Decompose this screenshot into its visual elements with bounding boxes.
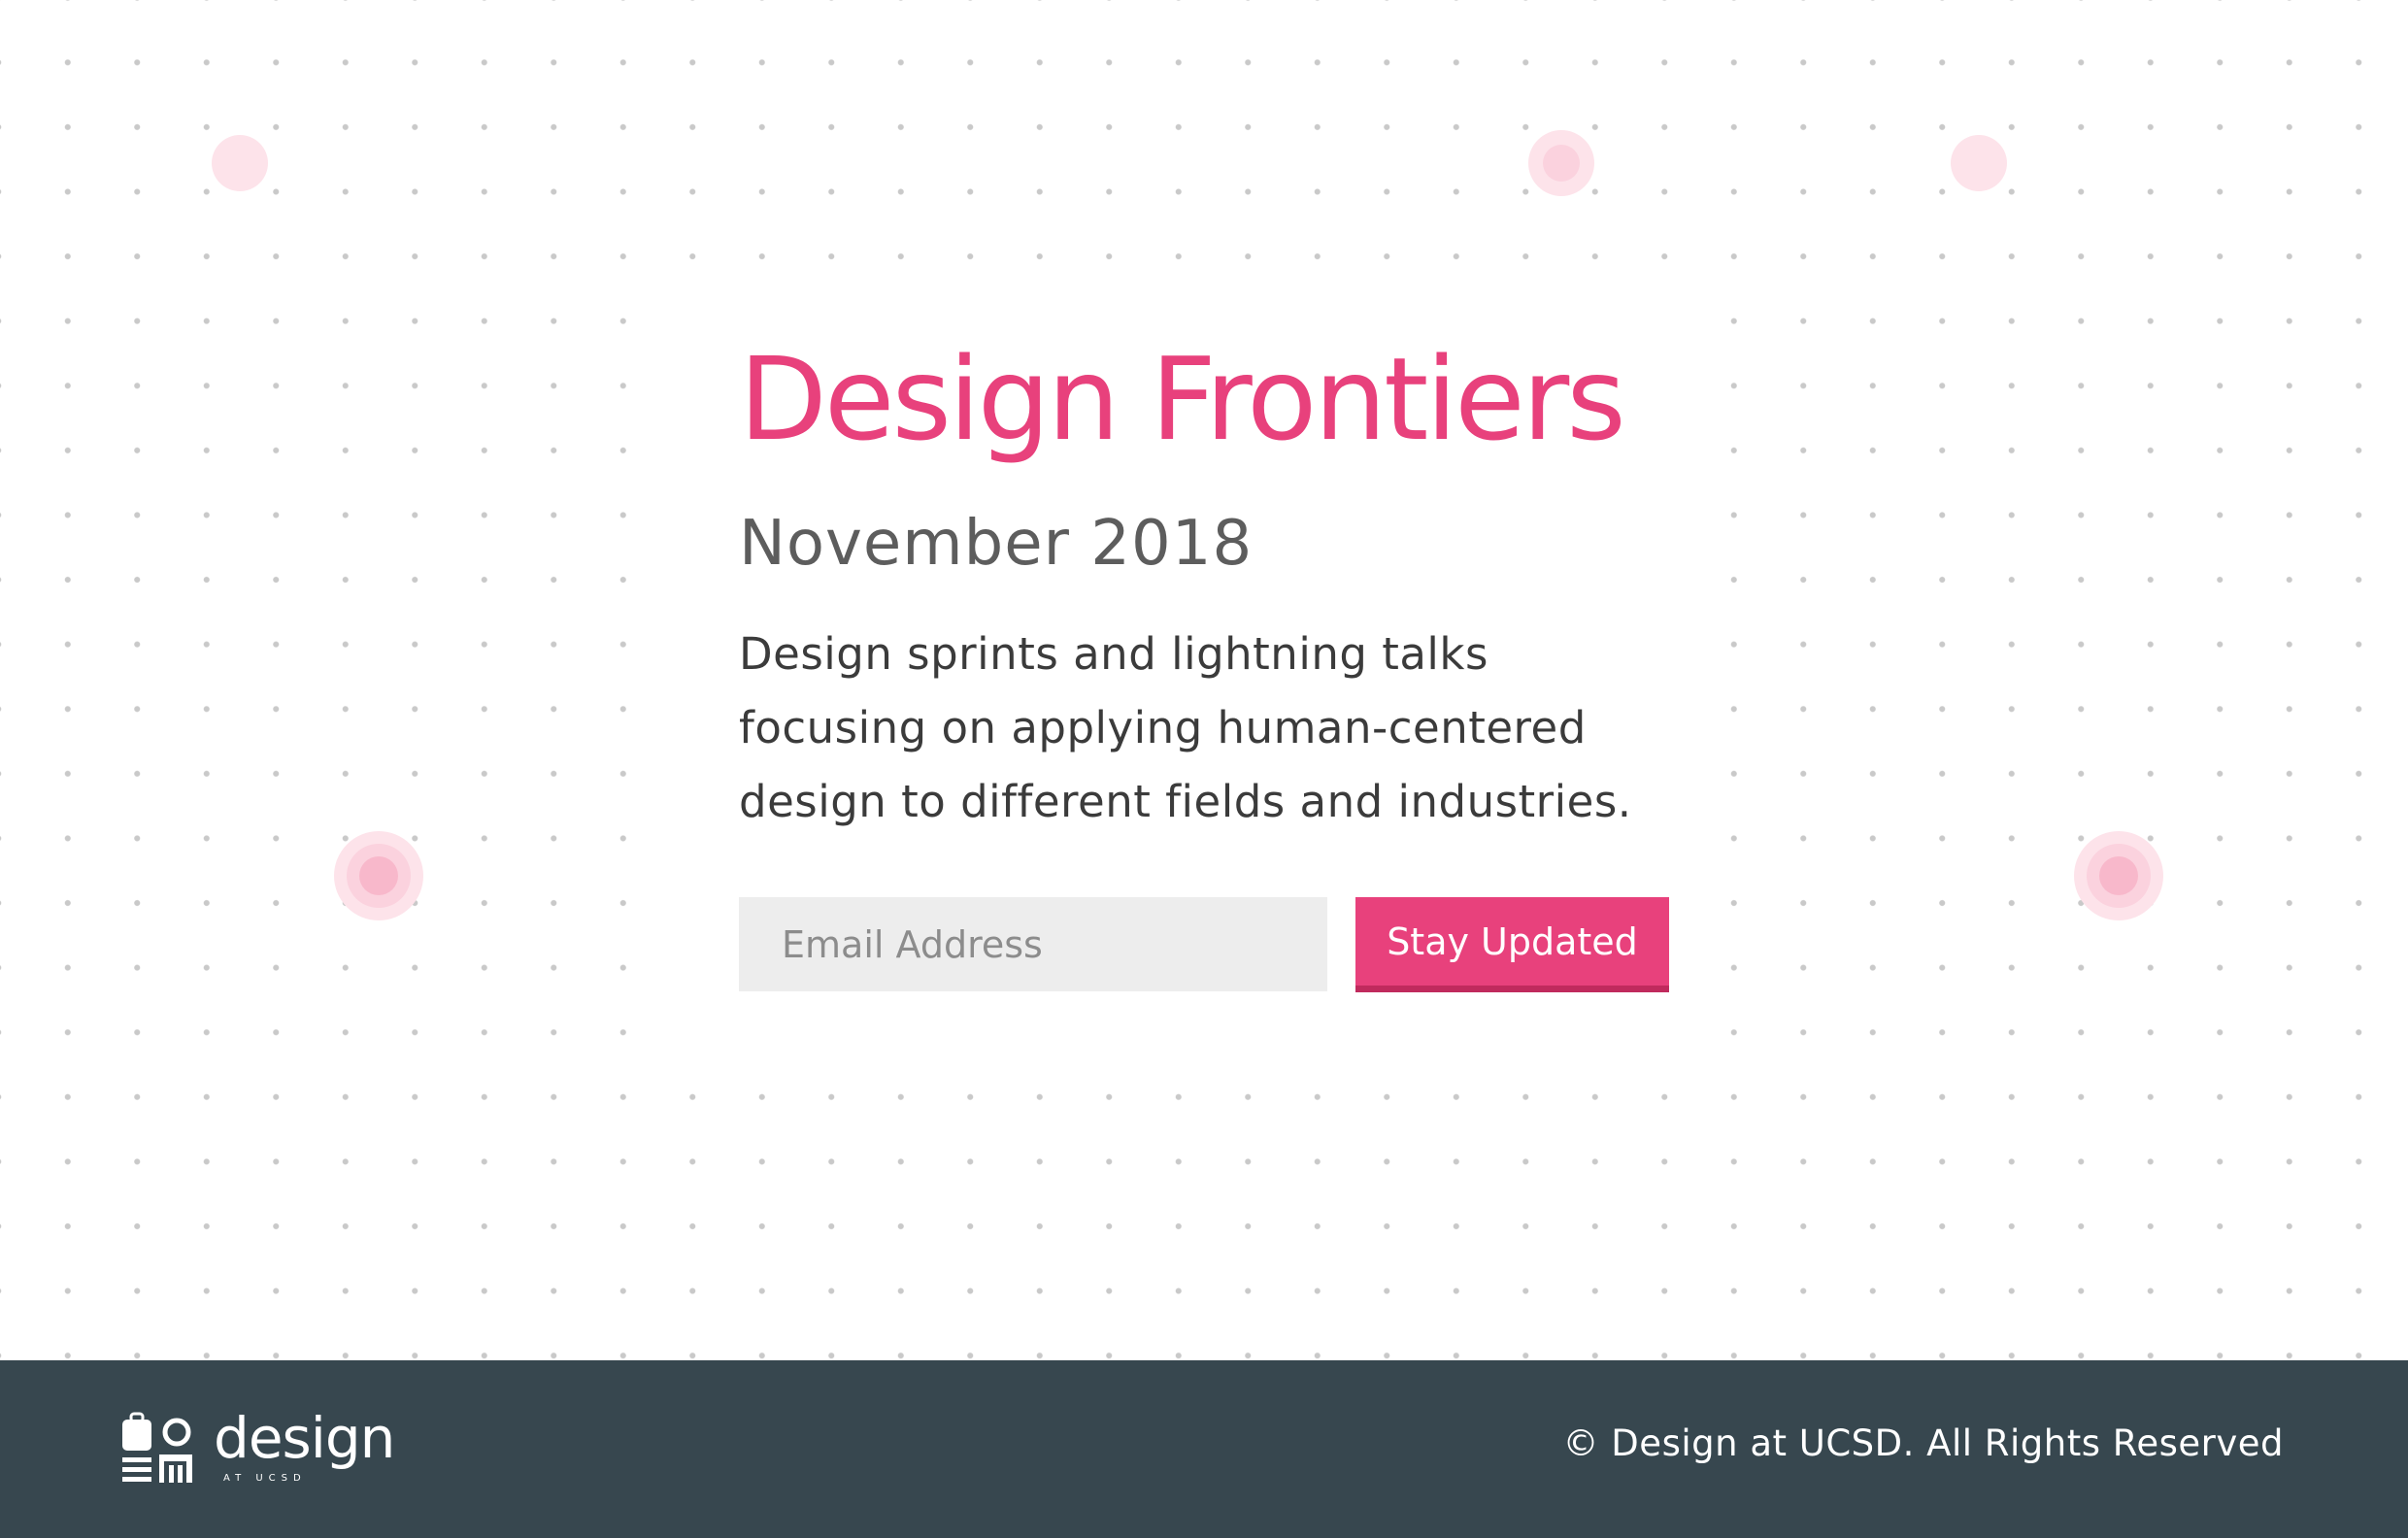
copyright-text: © Design at UCSD. All Rights Reserved: [1562, 1422, 2284, 1464]
site-logo[interactable]: design AT UCSD: [122, 1410, 395, 1488]
stay-updated-button[interactable]: Stay Updated: [1355, 897, 1669, 992]
decorative-dot-top-center: [1528, 130, 1594, 196]
decorative-dot-top-right: [1951, 135, 2007, 191]
footer: design AT UCSD © Design at UCSD. All Rig…: [0, 1360, 2408, 1538]
email-field[interactable]: [739, 897, 1327, 991]
event-description: Design sprints and lightning talks focus…: [739, 628, 1632, 827]
decorative-dot-right: [2074, 831, 2163, 920]
event-date: November 2018: [739, 508, 1254, 580]
page-title: Design Frontiers: [739, 332, 1626, 466]
decorative-dot-top-left: [212, 135, 268, 191]
logo-wordmark: design: [214, 1405, 395, 1471]
decorative-dot-left: [334, 831, 423, 920]
hero-section: Design Frontiers November 2018 Design sp…: [0, 0, 2408, 1360]
design-at-ucsd-logo-icon: [122, 1412, 192, 1484]
logo-subtext: AT UCSD: [223, 1473, 307, 1484]
